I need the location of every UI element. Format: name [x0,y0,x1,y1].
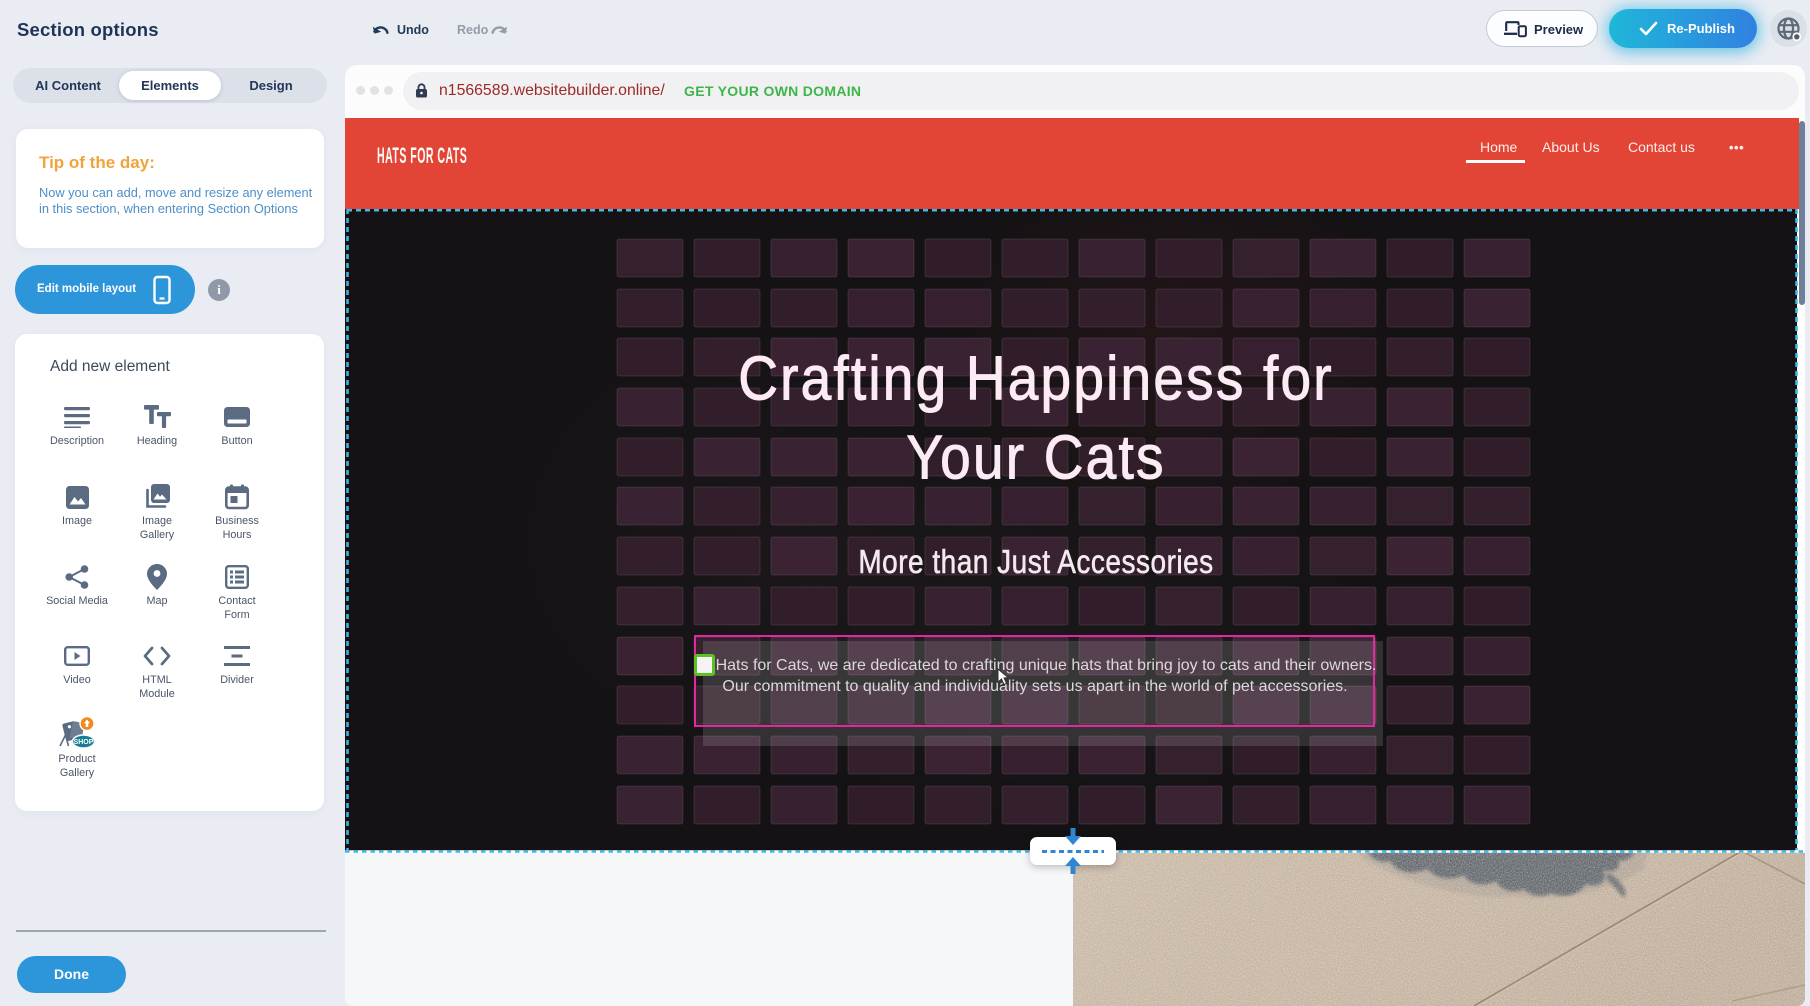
svg-text:SHOP: SHOP [74,739,94,746]
